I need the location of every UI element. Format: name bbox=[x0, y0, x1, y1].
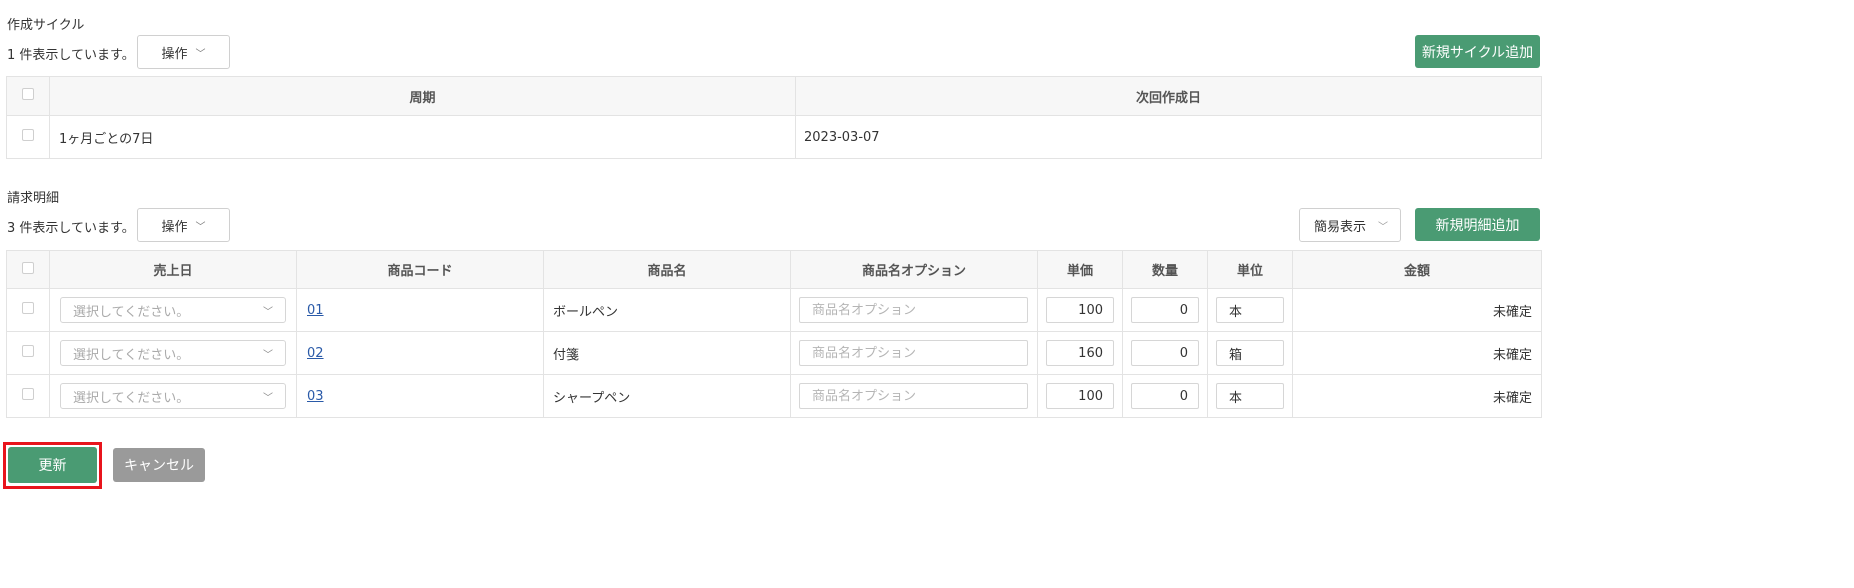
product-name-cell: シャープペン bbox=[543, 374, 791, 418]
unit-cell bbox=[1207, 374, 1293, 418]
billing-table: 売上日 商品コード 商品名 商品名オプション 単価 数量 単位 金額 選択してく… bbox=[6, 250, 1542, 418]
billing-select-all-cell bbox=[6, 250, 50, 289]
amount-cell: 未確定 bbox=[1292, 374, 1542, 418]
header-unit: 単位 bbox=[1207, 250, 1293, 289]
billing-table-header: 売上日 商品コード 商品名 商品名オプション 単価 数量 単位 金額 bbox=[6, 250, 1542, 289]
cycle-table-header: 周期 次回作成日 bbox=[6, 76, 1542, 116]
product-code-link[interactable]: 02 bbox=[297, 346, 324, 361]
chevron-down-icon: ﹀ bbox=[263, 349, 273, 361]
cycle-table: 周期 次回作成日 1ヶ月ごとの7日 2023-03-07 bbox=[6, 76, 1542, 159]
sales-date-placeholder: 選択してください。 bbox=[73, 304, 190, 320]
table-row: 選択してください。 ﹀ 02 付箋 未確定 bbox=[6, 331, 1542, 375]
sales-date-select[interactable]: 選択してください。 ﹀ bbox=[60, 297, 286, 323]
sales-date-placeholder: 選択してください。 bbox=[73, 390, 190, 406]
row-checkbox-cell bbox=[6, 331, 50, 375]
billing-section-title: 請求明細 bbox=[7, 191, 60, 206]
product-code-link[interactable]: 01 bbox=[297, 303, 324, 318]
sales-date-select[interactable]: 選択してください。 ﹀ bbox=[60, 340, 286, 366]
unit-input[interactable] bbox=[1216, 297, 1284, 323]
product-option-cell bbox=[790, 374, 1038, 418]
sales-date-cell: 選択してください。 ﹀ bbox=[49, 331, 297, 375]
unit-cell bbox=[1207, 331, 1293, 375]
chevron-down-icon: ﹀ bbox=[195, 48, 206, 60]
header-quantity: 数量 bbox=[1122, 250, 1208, 289]
unit-price-cell bbox=[1037, 331, 1123, 375]
header-product-option: 商品名オプション bbox=[790, 250, 1038, 289]
cycle-header-period: 周期 bbox=[49, 76, 796, 116]
row-checkbox[interactable] bbox=[22, 129, 34, 141]
quantity-cell bbox=[1122, 331, 1208, 375]
product-code-link[interactable]: 03 bbox=[297, 389, 324, 404]
product-code-cell: 03 bbox=[296, 374, 544, 418]
product-option-input[interactable] bbox=[799, 383, 1028, 409]
amount-cell: 未確定 bbox=[1292, 331, 1542, 375]
sales-date-cell: 選択してください。 ﹀ bbox=[49, 374, 297, 418]
unit-price-input[interactable] bbox=[1046, 297, 1114, 323]
row-checkbox-cell bbox=[6, 374, 50, 418]
product-option-input[interactable] bbox=[799, 340, 1028, 366]
sales-date-placeholder: 選択してください。 bbox=[73, 347, 190, 363]
quantity-input[interactable] bbox=[1131, 340, 1199, 366]
header-amount: 金額 bbox=[1292, 250, 1542, 289]
unit-input[interactable] bbox=[1216, 383, 1284, 409]
cycle-header-next-date: 次回作成日 bbox=[795, 76, 1542, 116]
add-detail-button[interactable]: 新規明細追加 bbox=[1415, 208, 1540, 241]
cycle-operations-label: 操作 bbox=[161, 46, 188, 62]
view-mode-label: 簡易表示 bbox=[1314, 219, 1367, 235]
header-sales-date: 売上日 bbox=[49, 250, 297, 289]
quantity-input[interactable] bbox=[1131, 383, 1199, 409]
billing-operations-label: 操作 bbox=[161, 219, 188, 235]
product-option-cell bbox=[790, 288, 1038, 332]
cycle-next-date-cell: 2023-03-07 bbox=[795, 115, 1542, 159]
cycle-select-all-checkbox[interactable] bbox=[22, 88, 34, 100]
cycle-select-all-cell bbox=[6, 76, 50, 116]
table-row: 選択してください。 ﹀ 03 シャープペン 未確定 bbox=[6, 374, 1542, 418]
chevron-down-icon: ﹀ bbox=[1378, 221, 1388, 233]
unit-price-cell bbox=[1037, 374, 1123, 418]
chevron-down-icon: ﹀ bbox=[263, 306, 273, 318]
product-option-input[interactable] bbox=[799, 297, 1028, 323]
amount-cell: 未確定 bbox=[1292, 288, 1542, 332]
sales-date-cell: 選択してください。 ﹀ bbox=[49, 288, 297, 332]
product-name-cell: ボールペン bbox=[543, 288, 791, 332]
header-unit-price: 単価 bbox=[1037, 250, 1123, 289]
unit-price-input[interactable] bbox=[1046, 383, 1114, 409]
product-code-cell: 02 bbox=[296, 331, 544, 375]
cycle-operations-button[interactable]: 操作 ﹀ bbox=[137, 35, 230, 69]
cancel-button[interactable]: キャンセル bbox=[113, 448, 205, 482]
row-checkbox[interactable] bbox=[22, 302, 34, 314]
cycle-period-cell: 1ヶ月ごとの7日 bbox=[49, 115, 796, 159]
add-cycle-button[interactable]: 新規サイクル追加 bbox=[1415, 35, 1540, 68]
billing-operations-button[interactable]: 操作 ﹀ bbox=[137, 208, 230, 242]
chevron-down-icon: ﹀ bbox=[195, 221, 206, 233]
product-option-cell bbox=[790, 331, 1038, 375]
sales-date-select[interactable]: 選択してください。 ﹀ bbox=[60, 383, 286, 409]
header-product-name: 商品名 bbox=[543, 250, 791, 289]
cycle-count-text: 1 件表示しています。 bbox=[7, 48, 135, 63]
billing-select-all-checkbox[interactable] bbox=[22, 261, 34, 274]
header-product-code: 商品コード bbox=[296, 250, 544, 289]
table-row: 選択してください。 ﹀ 01 ボールペン 未確定 bbox=[6, 288, 1542, 332]
quantity-cell bbox=[1122, 374, 1208, 418]
product-name-cell: 付箋 bbox=[543, 331, 791, 375]
unit-price-input[interactable] bbox=[1046, 340, 1114, 366]
row-checkbox[interactable] bbox=[22, 345, 34, 357]
row-checkbox-cell bbox=[6, 115, 50, 159]
product-code-cell: 01 bbox=[296, 288, 544, 332]
unit-input[interactable] bbox=[1216, 340, 1284, 366]
billing-count-text: 3 件表示しています。 bbox=[7, 221, 135, 236]
quantity-cell bbox=[1122, 288, 1208, 332]
view-mode-select[interactable]: 簡易表示 ﹀ bbox=[1299, 208, 1401, 242]
unit-cell bbox=[1207, 288, 1293, 332]
row-checkbox[interactable] bbox=[22, 388, 34, 400]
update-button[interactable]: 更新 bbox=[8, 447, 97, 483]
row-checkbox-cell bbox=[6, 288, 50, 332]
cycle-section-title: 作成サイクル bbox=[7, 18, 85, 33]
table-row: 1ヶ月ごとの7日 2023-03-07 bbox=[6, 115, 1542, 159]
chevron-down-icon: ﹀ bbox=[263, 392, 273, 404]
unit-price-cell bbox=[1037, 288, 1123, 332]
quantity-input[interactable] bbox=[1131, 297, 1199, 323]
